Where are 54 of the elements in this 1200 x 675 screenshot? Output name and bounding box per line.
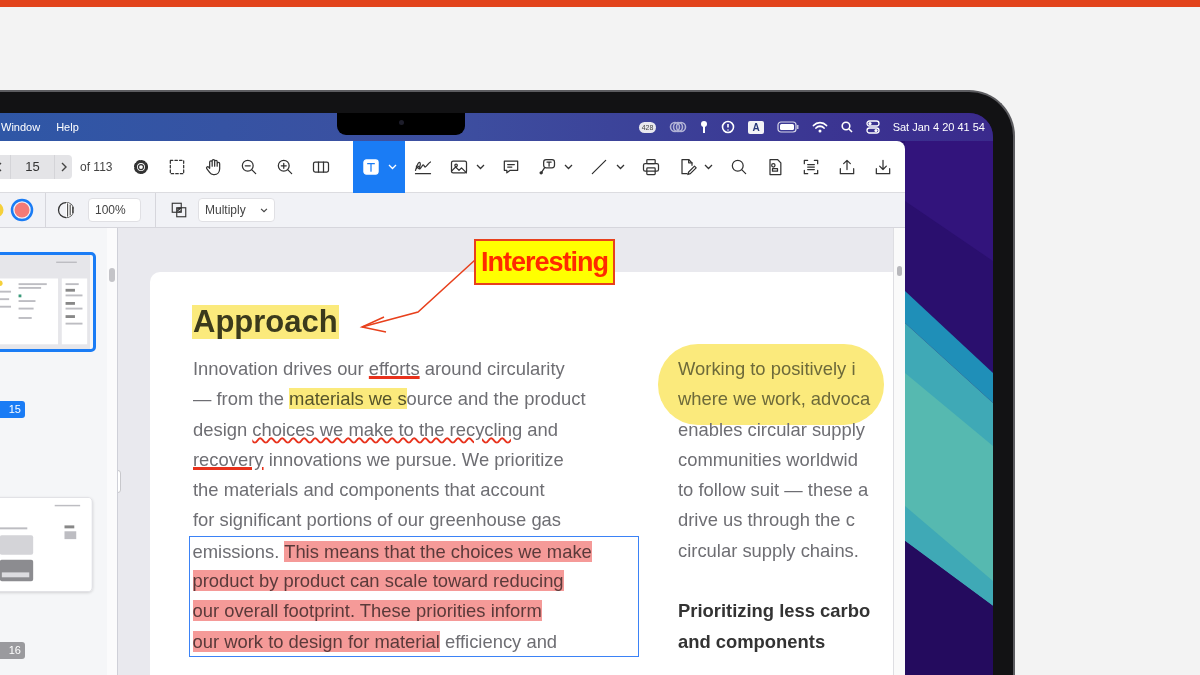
menu-bar-clock[interactable]: Sat Jan 4 20 41 54	[892, 118, 985, 136]
text-line: enables circular supply	[678, 417, 867, 442]
alert-clock-icon[interactable]	[721, 120, 736, 134]
caret-icon	[260, 207, 268, 213]
caret-icon	[476, 163, 486, 170]
cloud-app-icon[interactable]	[669, 120, 688, 134]
caret-icon	[704, 163, 714, 170]
text-line: Working to positively i	[678, 357, 857, 381]
input-source[interactable]: A	[748, 120, 764, 134]
text-line: emissions. This means that the choices we make	[189, 535, 639, 567]
scrollbar-thumb[interactable]	[897, 266, 902, 276]
text-line: design choices we make to the recycling and	[193, 417, 559, 442]
blend-mode-select[interactable]: Multiply	[198, 198, 275, 222]
key-icon[interactable]	[700, 120, 709, 134]
text-line: to follow suit — these a	[678, 478, 870, 503]
text-line: — from the materials we source and the product	[193, 387, 587, 412]
caret-icon	[564, 163, 574, 170]
color-swatch[interactable]	[10, 198, 34, 222]
text-box-icon	[361, 156, 382, 177]
text-line: our overall footprint. These priorities inform	[189, 596, 639, 627]
section-heading: and components	[678, 629, 827, 654]
text-line: the materials and components that account	[193, 478, 546, 503]
battery-icon[interactable]	[776, 121, 799, 133]
text-line: our work to design for material efficiency and	[189, 626, 639, 657]
text-line: for significant portions of our greenhouse gas	[193, 508, 563, 533]
section-heading: Prioritizing less carbo	[678, 599, 872, 624]
text-line: communities worldwid	[678, 447, 859, 472]
next-page-button[interactable]	[55, 154, 72, 179]
wifi-icon[interactable]	[811, 121, 828, 133]
control-center-icon[interactable]	[865, 120, 880, 134]
page-field[interactable]: 15	[10, 154, 55, 179]
chevron-right-icon	[60, 161, 67, 172]
scrollbar-thumb[interactable]	[109, 268, 115, 282]
opacity-icon[interactable]	[56, 200, 76, 220]
blend-mode-icon[interactable]	[170, 201, 188, 219]
text-line: recovery innovations we pursue. We prioritize	[193, 447, 565, 472]
callout-note[interactable]: Interesting	[474, 239, 616, 285]
page-number-label[interactable]: 15	[0, 401, 25, 418]
text-line: Innovation drives our efforts around circularity	[193, 357, 566, 381]
text-line: circular supply chains.	[678, 538, 860, 563]
menu-item[interactable]: Window	[1, 118, 41, 136]
caret-icon	[388, 163, 398, 170]
text-line: drive us through the c	[678, 508, 856, 533]
caret-icon	[616, 163, 626, 170]
opacity-select[interactable]: 100%	[88, 198, 141, 222]
text-line: where we work, advoca	[678, 387, 871, 412]
search-icon[interactable]	[840, 121, 853, 133]
printer-icon	[641, 156, 662, 177]
menu-item[interactable]: Help	[56, 118, 79, 136]
heading: Approach	[192, 305, 339, 339]
text-line: product by product can scale toward reducing	[189, 566, 639, 597]
text-tool-button[interactable]	[353, 141, 406, 193]
callout-icon	[537, 156, 558, 177]
page-count: of 113	[80, 158, 113, 176]
